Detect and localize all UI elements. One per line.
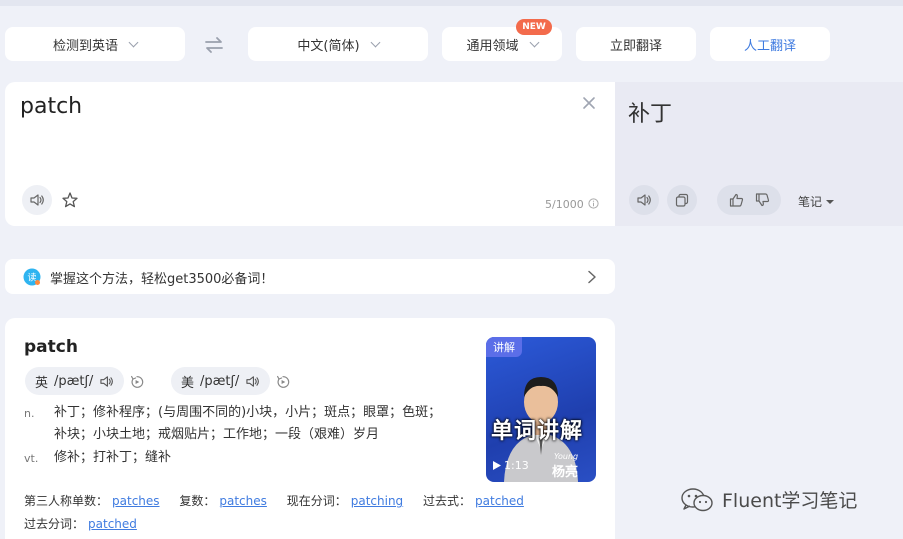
character-count: 5/1000 <box>545 198 584 211</box>
us-pronunciation-button[interactable]: 美 /pætʃ/ <box>171 367 271 395</box>
form-link[interactable]: patched <box>88 517 137 531</box>
video-duration-text: 1:13 <box>504 459 529 472</box>
thumbs-down-icon[interactable] <box>755 193 770 207</box>
star-icon[interactable] <box>61 191 79 209</box>
notes-dropdown[interactable]: 笔记 <box>798 193 835 210</box>
source-language-select[interactable]: 检测到英语 <box>5 27 185 61</box>
form-label: 现在分词： <box>286 494 347 508</box>
translate-now-button[interactable]: 立即翻译 <box>576 27 696 61</box>
speaker-icon <box>637 194 651 206</box>
translation-output: 补丁 <box>628 102 673 127</box>
watermark: Fluent学习笔记 <box>680 486 857 513</box>
headword: patch <box>24 337 78 357</box>
source-speak-button[interactable] <box>22 185 52 215</box>
form-link[interactable]: patches <box>219 494 267 508</box>
definition: 修补；打补丁；缝补 <box>54 450 172 465</box>
video-caption: 单词讲解 <box>491 419 584 444</box>
copy-button[interactable] <box>667 185 697 215</box>
speaker-icon <box>246 375 260 387</box>
form-link[interactable]: patched <box>475 494 524 508</box>
play-icon <box>493 461 501 470</box>
form-link[interactable]: patches <box>112 494 160 508</box>
thumbs-up-icon[interactable] <box>729 193 744 207</box>
chevron-down-icon <box>370 37 381 47</box>
source-language-label: 检测到英语 <box>52 38 118 54</box>
form-label: 复数： <box>179 494 216 508</box>
promo-icon: 读 <box>23 268 41 286</box>
form-label: 第三人称单数： <box>24 494 109 508</box>
presenter-name: 杨亮 <box>552 465 579 480</box>
translate-now-label: 立即翻译 <box>609 38 662 54</box>
word-forms: 第三人称单数： patches 复数： patches 现在分词： patching … <box>24 490 564 536</box>
top-strip <box>0 0 903 6</box>
video-tag: 讲解 <box>486 337 522 357</box>
part-of-speech: vt. <box>24 452 39 465</box>
target-language-select[interactable]: 中文(简体) <box>248 27 428 61</box>
info-icon[interactable] <box>588 198 599 209</box>
speaker-icon <box>30 194 44 206</box>
swap-languages-icon[interactable] <box>203 35 225 55</box>
source-text-input[interactable]: patch <box>20 94 82 119</box>
word-explanation-video[interactable]: 讲解 单词讲解 1:13 Young 杨亮 <box>486 337 596 482</box>
speaker-icon <box>100 375 114 387</box>
copy-icon <box>675 193 689 207</box>
wechat-icon <box>681 487 713 511</box>
uk-replay-icon[interactable] <box>130 375 144 389</box>
clear-icon[interactable] <box>582 96 596 110</box>
promo-text: 掌握这个方法，轻松get3500必备词！ <box>50 272 274 287</box>
notes-label: 笔记 <box>798 195 823 209</box>
human-translation-label: 人工翻译 <box>743 38 796 54</box>
uk-pronunciation-button[interactable]: 英 /pætʃ/ <box>25 367 125 395</box>
dictionary-card: patch 英 /pætʃ/ 美 /pætʃ/ n. 补丁；修补程序；(与周围不… <box>5 318 615 539</box>
us-label: 美 <box>181 375 195 391</box>
chevron-right-icon <box>588 270 596 284</box>
uk-ipa: /pætʃ/ <box>54 373 94 389</box>
presenter-name-en: Young <box>554 452 579 461</box>
watermark-text: Fluent学习笔记 <box>722 490 858 512</box>
chevron-down-icon <box>128 37 139 47</box>
target-language-label: 中文(简体) <box>297 38 360 54</box>
chevron-down-icon <box>529 37 539 47</box>
form-label: 过去分词： <box>24 517 85 531</box>
uk-label: 英 <box>35 375 49 391</box>
video-duration: 1:13 <box>493 459 529 472</box>
form-label: 过去式： <box>423 494 472 508</box>
us-replay-icon[interactable] <box>276 375 290 389</box>
new-badge: NEW <box>516 19 552 35</box>
target-speak-button[interactable] <box>629 185 659 215</box>
promo-banner[interactable]: 读 掌握这个方法，轻松get3500必备词！ <box>5 259 615 294</box>
caret-down-icon <box>826 199 835 204</box>
source-panel[interactable]: patch 5/1000 <box>5 82 615 226</box>
definition: 补丁；修补程序；(与周围不同的)小块，小片；斑点；眼罩；色斑；补块；小块土地；戒… <box>54 405 442 442</box>
part-of-speech: n. <box>24 407 35 420</box>
human-translation-button[interactable]: 人工翻译 <box>710 27 830 61</box>
domain-label: 通用领域 <box>466 38 519 54</box>
form-link[interactable]: patching <box>351 494 403 508</box>
target-panel: 补丁 笔记 <box>615 82 903 226</box>
feedback-group <box>717 185 781 215</box>
us-ipa: /pætʃ/ <box>200 373 240 389</box>
